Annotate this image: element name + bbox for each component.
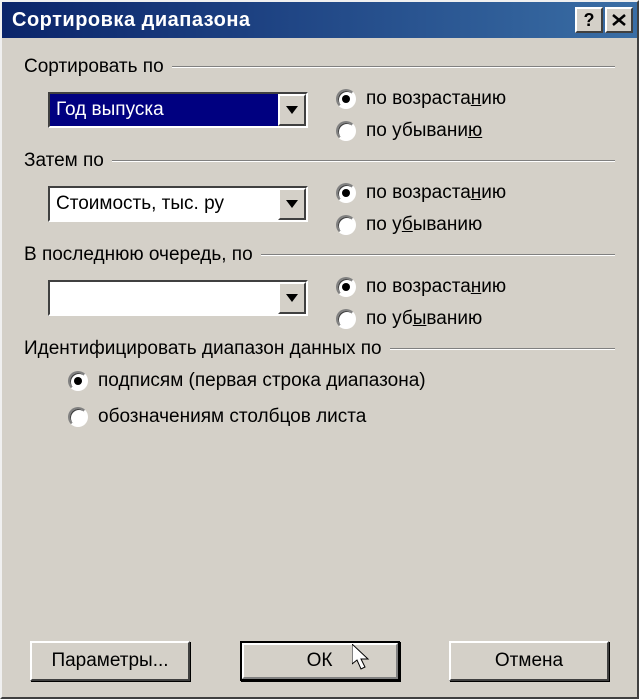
sort1-order-radios: по возрастанию по убыванию (336, 86, 506, 142)
radio-icon (68, 407, 88, 427)
sort3-desc-radio[interactable]: по убыванию (336, 308, 506, 330)
sort-by-group: Сортировать по Год выпуска по возрастани… (24, 56, 615, 142)
group-label: Затем по (24, 150, 615, 172)
radio-label: по возрастанию (366, 88, 506, 110)
sort1-asc-radio[interactable]: по возрастанию (336, 88, 506, 110)
identify-labels-radio[interactable]: подписям (первая строка диапазона) (68, 370, 615, 392)
then-by-value-1: Стоимость, тыс. ру (50, 188, 278, 220)
sort2-asc-radio[interactable]: по возрастанию (336, 182, 506, 204)
sort1-desc-radio[interactable]: по убыванию (336, 120, 506, 142)
options-button[interactable]: Параметры... (30, 641, 190, 681)
chevron-down-icon (286, 294, 298, 302)
sort-by-label: Сортировать по (24, 56, 172, 78)
sort2-desc-radio[interactable]: по убыванию (336, 214, 506, 236)
radio-icon (336, 89, 356, 109)
then-by-label: Затем по (24, 150, 112, 172)
ok-button[interactable]: ОК (240, 641, 400, 681)
chevron-down-icon (286, 106, 298, 114)
radio-label: по убыванию (366, 120, 482, 142)
radio-label: по убыванию (366, 308, 482, 330)
dropdown-button[interactable] (278, 282, 306, 314)
radio-label: обозначениям столбцов листа (98, 406, 366, 428)
sort3-order-radios: по возрастанию по убыванию (336, 274, 506, 330)
close-icon (612, 14, 626, 26)
identify-label: Идентифицировать диапазон данных по (24, 338, 390, 360)
then-by-group-2: В последнюю очередь, по по возрастанию п… (24, 244, 615, 330)
identify-columns-radio[interactable]: обозначениям столбцов листа (68, 406, 615, 428)
then-by-combo-1[interactable]: Стоимость, тыс. ру (48, 186, 308, 222)
dropdown-button[interactable] (278, 94, 306, 126)
radio-label: по возрастанию (366, 182, 506, 204)
then-by-label-2: В последнюю очередь, по (24, 244, 261, 266)
sort3-asc-radio[interactable]: по возрастанию (336, 276, 506, 298)
then-by-value-2 (50, 282, 278, 314)
radio-icon (336, 183, 356, 203)
cancel-button[interactable]: Отмена (449, 641, 609, 681)
dialog-window: Сортировка диапазона ? Сортировать по Го… (0, 0, 639, 699)
radio-icon (336, 277, 356, 297)
radio-icon (336, 215, 356, 235)
radio-label: подписям (первая строка диапазона) (98, 370, 426, 392)
chevron-down-icon (286, 200, 298, 208)
group-label: Сортировать по (24, 56, 615, 78)
button-row: Параметры... ОК Отмена (24, 629, 615, 681)
identify-group: Идентифицировать диапазон данных по подп… (24, 338, 615, 442)
group-label: Идентифицировать диапазон данных по (24, 338, 615, 360)
radio-icon (336, 309, 356, 329)
sort2-order-radios: по возрастанию по убыванию (336, 180, 506, 236)
group-label: В последнюю очередь, по (24, 244, 615, 266)
dropdown-button[interactable] (278, 188, 306, 220)
titlebar: Сортировка диапазона ? (2, 2, 637, 38)
dialog-title: Сортировка диапазона (12, 9, 575, 32)
titlebar-buttons: ? (575, 7, 633, 33)
sort-by-combo[interactable]: Год выпуска (48, 92, 308, 128)
radio-icon (336, 121, 356, 141)
then-by-combo-2[interactable] (48, 280, 308, 316)
radio-label: по убыванию (366, 214, 482, 236)
close-button[interactable] (605, 7, 633, 33)
then-by-group-1: Затем по Стоимость, тыс. ру по возрастан… (24, 150, 615, 236)
help-button[interactable]: ? (575, 7, 603, 33)
dialog-body: Сортировать по Год выпуска по возрастани… (2, 38, 637, 697)
sort-by-value: Год выпуска (50, 94, 278, 126)
radio-icon (68, 371, 88, 391)
radio-label: по возрастанию (366, 276, 506, 298)
